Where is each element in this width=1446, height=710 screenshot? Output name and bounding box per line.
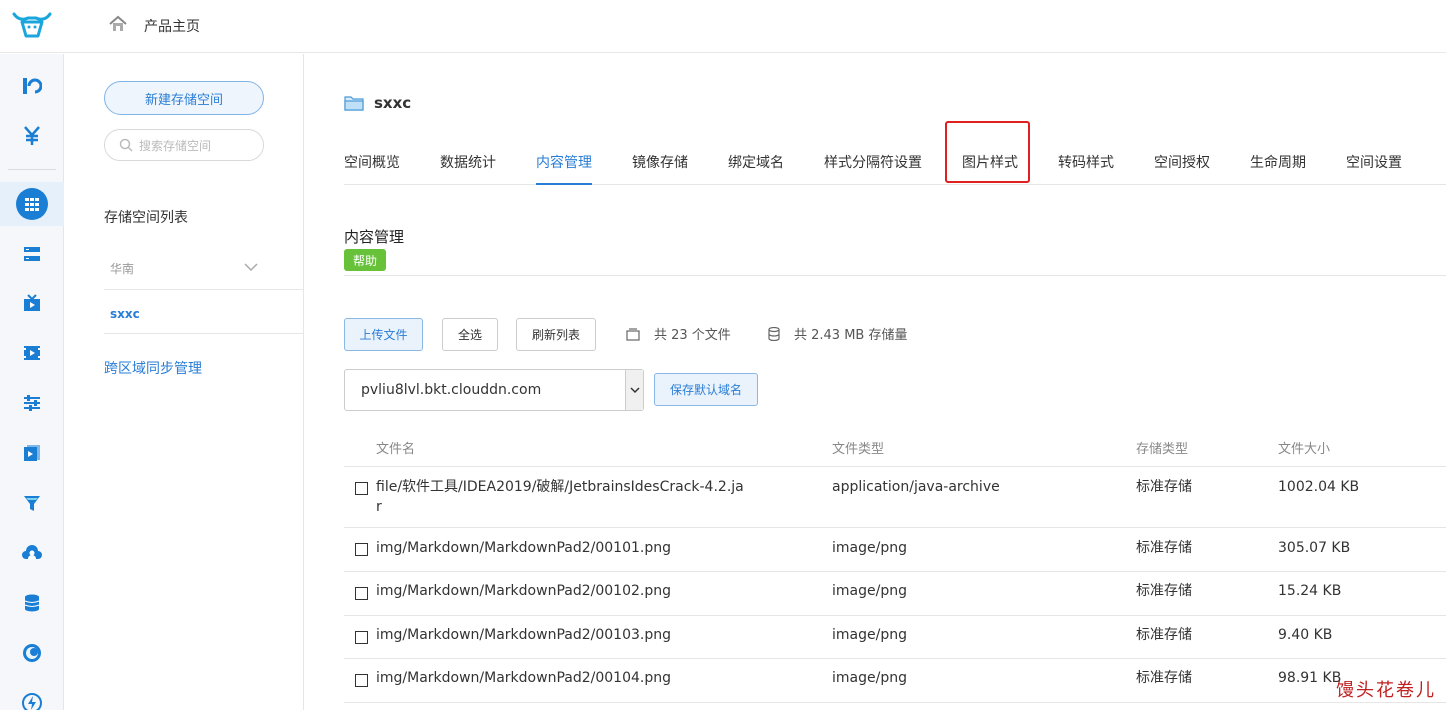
- storage-used-stat: 共 2.43 MB 存储量: [768, 324, 907, 343]
- cross-region-sync-link[interactable]: 跨区域同步管理: [104, 358, 202, 378]
- file-name[interactable]: img/Markdown/MarkdownPad2/00104.png: [376, 668, 671, 688]
- chevron-down-icon[interactable]: [625, 370, 643, 410]
- tab-transcode-style[interactable]: 转码样式: [1058, 152, 1114, 185]
- tab-lifecycle[interactable]: 生命周期: [1250, 152, 1306, 185]
- moon-icon[interactable]: [0, 633, 64, 673]
- tab-mirror-storage[interactable]: 镜像存储: [632, 152, 688, 185]
- file-size: 305.07 KB: [1278, 540, 1351, 556]
- tab-bucket-authorization[interactable]: 空间授权: [1154, 152, 1210, 185]
- file-size: 98.91 KB: [1278, 670, 1342, 686]
- storage-icon: [768, 326, 780, 341]
- yuan-icon[interactable]: [0, 116, 64, 156]
- tab-bucket-settings[interactable]: 空间设置: [1346, 152, 1402, 185]
- storage-type: 标准存储: [1136, 627, 1192, 643]
- play-doc-icon[interactable]: [0, 433, 64, 473]
- region-group[interactable]: 华南: [104, 250, 304, 290]
- bucket-sidebar: 新建存储空间 搜索存储空间 存储空间列表 华南 sxxc 跨区域同步管理: [64, 54, 304, 710]
- file-table-header: 文件名 文件类型 存储类型 文件大小: [344, 427, 1446, 467]
- file-name[interactable]: img/Markdown/MarkdownPad2/00101.png: [376, 538, 671, 558]
- save-default-domain-button[interactable]: 保存默认域名: [654, 373, 758, 406]
- tv-icon[interactable]: [0, 283, 64, 323]
- qiniu-bull-logo[interactable]: [12, 10, 52, 40]
- bucket-title: sxxc: [374, 94, 412, 112]
- cloud-user-icon[interactable]: [0, 533, 64, 573]
- file-type: application/java-archive: [832, 479, 1000, 495]
- server-icon[interactable]: [0, 234, 64, 274]
- funnel-icon[interactable]: [0, 483, 64, 523]
- column-header[interactable]: 文件类型: [832, 438, 884, 457]
- column-header[interactable]: 存储类型: [1136, 438, 1188, 457]
- help-badge[interactable]: 帮助: [344, 249, 386, 271]
- files-icon: [626, 327, 640, 341]
- new-bucket-button[interactable]: 新建存储空间: [104, 81, 264, 115]
- table-row[interactable]: img/Markdown/MarkdownPad2/00103.png imag…: [344, 616, 1446, 659]
- product-icon-rail: [0, 54, 64, 710]
- search-icon: [119, 138, 133, 152]
- file-count-stat: 共 23 个文件: [626, 324, 731, 343]
- domain-select-value: pvliu8lvl.bkt.clouddn.com: [361, 382, 542, 398]
- file-size: 1002.04 KB: [1278, 479, 1360, 495]
- file-name[interactable]: img/Markdown/MarkdownPad2/00102.png: [376, 581, 671, 601]
- file-count-text: 共 23 个文件: [654, 328, 731, 343]
- search-placeholder: 搜索存储空间: [139, 138, 212, 153]
- column-header[interactable]: 文件大小: [1278, 438, 1330, 457]
- section-divider: [344, 275, 1446, 276]
- refresh-list-button[interactable]: 刷新列表: [516, 318, 596, 351]
- storage-grid-icon[interactable]: [0, 184, 64, 224]
- row-checkbox[interactable]: [355, 587, 368, 600]
- table-row[interactable]: img/Markdown/MarkdownPad2/00104.png imag…: [344, 659, 1446, 703]
- table-row[interactable]: file/软件工具/IDEA2019/破解/JetbrainsIdesCrack…: [344, 467, 1446, 528]
- storage-type: 标准存储: [1136, 479, 1192, 495]
- file-type: image/png: [832, 583, 907, 599]
- file-type: image/png: [832, 540, 907, 556]
- bucket-list-item[interactable]: sxxc: [104, 290, 304, 334]
- upload-file-button[interactable]: 上传文件: [344, 318, 423, 351]
- storage-type: 标准存储: [1136, 583, 1192, 599]
- row-checkbox[interactable]: [355, 674, 368, 687]
- tab-content-management[interactable]: 内容管理: [536, 152, 592, 185]
- tab-statistics[interactable]: 数据统计: [440, 152, 496, 185]
- home-icon[interactable]: [108, 14, 128, 34]
- storage-type: 标准存储: [1136, 540, 1192, 556]
- bucket-folder-icon: [344, 96, 364, 111]
- bucket-list-title: 存储空间列表: [104, 210, 188, 226]
- column-header[interactable]: 文件名: [376, 438, 415, 457]
- bucket-tabs: 空间概览 数据统计 内容管理 镜像存储 绑定域名 样式分隔符设置 图片样式 转码…: [344, 138, 1446, 185]
- row-checkbox[interactable]: [355, 543, 368, 556]
- bucket-item-label: sxxc: [110, 307, 140, 321]
- top-header: 产品主页: [0, 0, 1446, 53]
- storage-type: 标准存储: [1136, 670, 1192, 686]
- file-type: image/png: [832, 670, 907, 686]
- image-style-highlight: [945, 121, 1030, 183]
- table-row[interactable]: img/Markdown/MarkdownPad2/00101.png imag…: [344, 528, 1446, 572]
- watermark-text: 馒头花卷儿: [1336, 680, 1436, 701]
- tab-overview[interactable]: 空间概览: [344, 152, 400, 185]
- rail-divider: [8, 169, 56, 170]
- kodo-icon[interactable]: [0, 66, 64, 106]
- bolt-icon[interactable]: [0, 683, 64, 710]
- file-type: image/png: [832, 627, 907, 643]
- file-name[interactable]: file/软件工具/IDEA2019/破解/JetbrainsIdesCrack…: [376, 477, 796, 517]
- database-icon[interactable]: [0, 583, 64, 623]
- tab-style-separator[interactable]: 样式分隔符设置: [824, 152, 922, 185]
- select-all-button[interactable]: 全选: [442, 318, 498, 351]
- chevron-down-icon[interactable]: [244, 262, 258, 272]
- main-content: sxxc 空间概览 数据统计 内容管理 镜像存储 绑定域名 样式分隔符设置 图片…: [304, 54, 1446, 710]
- file-name[interactable]: img/Markdown/MarkdownPad2/00103.png: [376, 625, 671, 645]
- bucket-search-input[interactable]: 搜索存储空间: [104, 129, 264, 161]
- file-size: 15.24 KB: [1278, 583, 1342, 599]
- table-row[interactable]: img/Markdown/MarkdownPad2/00102.png imag…: [344, 572, 1446, 616]
- row-checkbox[interactable]: [355, 482, 368, 495]
- storage-used-text: 共 2.43 MB 存储量: [794, 328, 908, 343]
- domain-select[interactable]: pvliu8lvl.bkt.clouddn.com: [344, 369, 644, 411]
- file-size: 9.40 KB: [1278, 627, 1333, 643]
- row-checkbox[interactable]: [355, 631, 368, 644]
- product-home-link[interactable]: 产品主页: [144, 16, 200, 36]
- tab-bind-domain[interactable]: 绑定域名: [728, 152, 784, 185]
- region-label: 华南: [110, 262, 135, 276]
- sliders-icon[interactable]: [0, 383, 64, 423]
- section-title: 内容管理: [344, 228, 405, 246]
- video-icon[interactable]: [0, 333, 64, 373]
